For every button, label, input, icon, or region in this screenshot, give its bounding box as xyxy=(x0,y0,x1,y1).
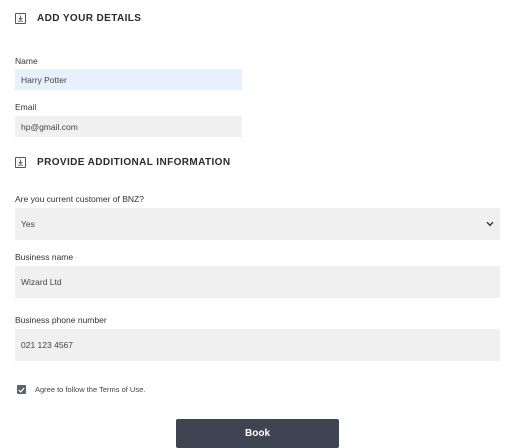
name-label: Name xyxy=(15,56,38,66)
download-box-icon xyxy=(15,13,26,24)
customer-select-value: Yes xyxy=(21,219,35,229)
book-button[interactable]: Book xyxy=(176,419,339,448)
chevron-down-icon xyxy=(486,221,494,227)
additional-section-header: PROVIDE ADDITIONAL INFORMATION xyxy=(15,157,230,168)
details-section-header: ADD YOUR DETAILS xyxy=(15,13,141,24)
terms-row: Agree to follow the Terms of Use. xyxy=(17,385,145,394)
business-phone-input[interactable]: 021 123 4567 xyxy=(15,329,500,361)
details-section-title: ADD YOUR DETAILS xyxy=(37,13,142,24)
additional-section-title: PROVIDE ADDITIONAL INFORMATION xyxy=(37,157,231,168)
business-name-label: Business name xyxy=(15,252,74,262)
terms-checkbox[interactable] xyxy=(17,385,26,394)
email-input[interactable]: hp@gmail.com xyxy=(15,116,242,137)
customer-label: Are you current customer of BNZ? xyxy=(15,194,144,204)
customer-select[interactable]: Yes xyxy=(15,208,500,240)
terms-label: Agree to follow the Terms of Use. xyxy=(35,385,146,394)
business-name-input[interactable]: Wizard Ltd xyxy=(15,266,500,298)
email-label: Email xyxy=(15,102,37,112)
business-phone-label: Business phone number xyxy=(15,315,107,325)
name-input[interactable]: Harry Potter xyxy=(15,69,242,90)
check-icon xyxy=(18,387,25,393)
download-box-icon xyxy=(15,157,26,168)
